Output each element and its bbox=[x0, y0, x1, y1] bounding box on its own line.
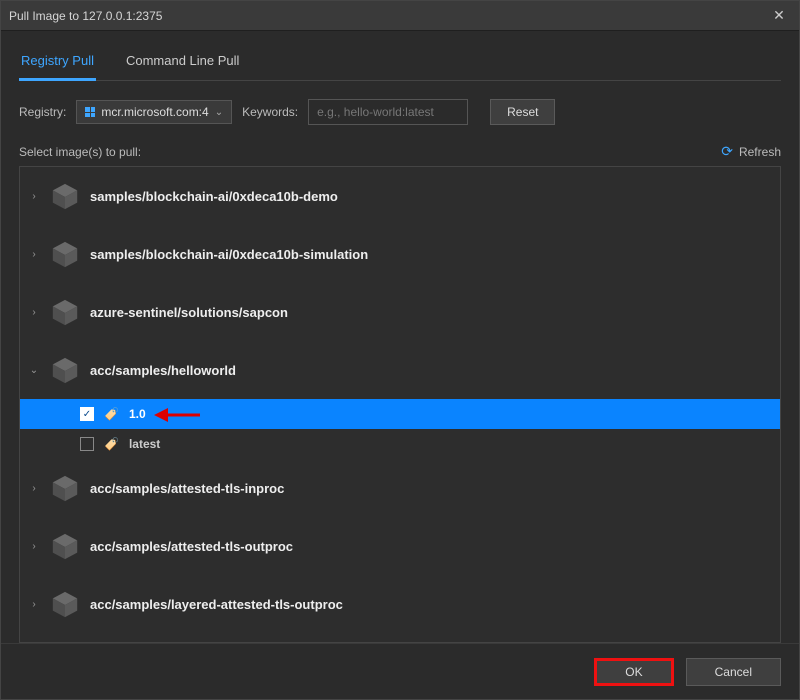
image-list-container: › samples/blockchain-ai/0xdeca10b-demo › sa… bbox=[19, 166, 781, 643]
image-name: acc/samples/attested-tls-inproc bbox=[90, 481, 284, 496]
ok-button[interactable]: OK bbox=[594, 658, 673, 686]
tag-row[interactable]: 🏷️ latest bbox=[20, 429, 780, 459]
cube-icon bbox=[50, 239, 80, 269]
image-list[interactable]: › samples/blockchain-ai/0xdeca10b-demo › sa… bbox=[20, 167, 780, 642]
image-row[interactable]: › acc/samples/attested-tls-inproc bbox=[20, 459, 780, 517]
cube-icon bbox=[50, 589, 80, 619]
image-name: samples/blockchain-ai/0xdeca10b-simulati… bbox=[90, 247, 368, 262]
microsoft-icon bbox=[85, 107, 95, 117]
keywords-label: Keywords: bbox=[242, 105, 298, 119]
arrow-annotation bbox=[150, 402, 202, 433]
dialog-window: Pull Image to 127.0.0.1:2375 ✕ Registry … bbox=[0, 0, 800, 700]
select-label: Select image(s) to pull: bbox=[19, 145, 141, 159]
image-row[interactable]: › acc/samples/attested-tls-outproc bbox=[20, 517, 780, 575]
tab-registry-pull[interactable]: Registry Pull bbox=[19, 43, 96, 81]
dialog-content: Registry Pull Command Line Pull Registry… bbox=[1, 31, 799, 643]
cube-icon bbox=[50, 473, 80, 503]
image-name: azure-sentinel/solutions/sapcon bbox=[90, 305, 288, 320]
chevron-right-icon[interactable]: › bbox=[28, 307, 40, 318]
refresh-icon: ⟳ bbox=[721, 143, 733, 160]
tab-command-line-pull[interactable]: Command Line Pull bbox=[124, 43, 241, 80]
tag-icon: 🏷️ bbox=[104, 437, 119, 451]
tag-row[interactable]: ✓ 🏷️ 1.0 bbox=[20, 399, 780, 429]
registry-label: Registry: bbox=[19, 105, 66, 119]
tag-name: 1.0 bbox=[129, 407, 146, 421]
close-icon[interactable]: ✕ bbox=[767, 7, 791, 24]
tag-icon: 🏷️ bbox=[104, 407, 119, 421]
registry-value: mcr.microsoft.com:4 bbox=[101, 105, 208, 119]
reset-button[interactable]: Reset bbox=[490, 99, 555, 125]
image-row[interactable]: › azure-sentinel/solutions/sapcon bbox=[20, 283, 780, 341]
dialog-footer: OK Cancel bbox=[1, 643, 799, 699]
chevron-right-icon[interactable]: › bbox=[28, 541, 40, 552]
chevron-right-icon[interactable]: › bbox=[28, 249, 40, 260]
image-name: samples/blockchain-ai/0xdeca10b-demo bbox=[90, 189, 338, 204]
list-header: Select image(s) to pull: ⟳ Refresh bbox=[19, 143, 781, 160]
refresh-label: Refresh bbox=[739, 145, 781, 159]
chevron-down-icon[interactable]: ⌄ bbox=[28, 365, 40, 376]
chevron-right-icon[interactable]: › bbox=[28, 191, 40, 202]
keywords-input[interactable] bbox=[308, 99, 468, 125]
cube-icon bbox=[50, 297, 80, 327]
image-name: acc/samples/helloworld bbox=[90, 363, 236, 378]
chevron-down-icon: ⌄ bbox=[215, 107, 223, 118]
cube-icon bbox=[50, 181, 80, 211]
tag-name: latest bbox=[129, 437, 160, 451]
window-title: Pull Image to 127.0.0.1:2375 bbox=[9, 9, 767, 23]
chevron-right-icon[interactable]: › bbox=[28, 483, 40, 494]
filter-bar: Registry: mcr.microsoft.com:4 ⌄ Keywords… bbox=[19, 99, 781, 125]
tag-checkbox[interactable] bbox=[80, 437, 94, 451]
cube-icon bbox=[50, 355, 80, 385]
tag-checkbox[interactable]: ✓ bbox=[80, 407, 94, 421]
chevron-right-icon[interactable]: › bbox=[28, 599, 40, 610]
image-row[interactable]: › samples/blockchain-ai/0xdeca10b-demo bbox=[20, 167, 780, 225]
cube-icon bbox=[50, 531, 80, 561]
registry-dropdown[interactable]: mcr.microsoft.com:4 ⌄ bbox=[76, 100, 232, 124]
image-name: acc/samples/attested-tls-outproc bbox=[90, 539, 293, 554]
image-row[interactable]: › acc/samples/layered-attested-tls-outpro… bbox=[20, 575, 780, 633]
cancel-button[interactable]: Cancel bbox=[686, 658, 781, 686]
refresh-button[interactable]: ⟳ Refresh bbox=[721, 143, 781, 160]
tabs: Registry Pull Command Line Pull bbox=[19, 43, 781, 81]
image-name: acc/samples/layered-attested-tls-outproc bbox=[90, 597, 343, 612]
image-row[interactable]: › samples/blockchain-ai/0xdeca10b-simulat… bbox=[20, 225, 780, 283]
titlebar: Pull Image to 127.0.0.1:2375 ✕ bbox=[1, 1, 799, 31]
image-row[interactable]: ⌄ acc/samples/helloworld bbox=[20, 341, 780, 399]
